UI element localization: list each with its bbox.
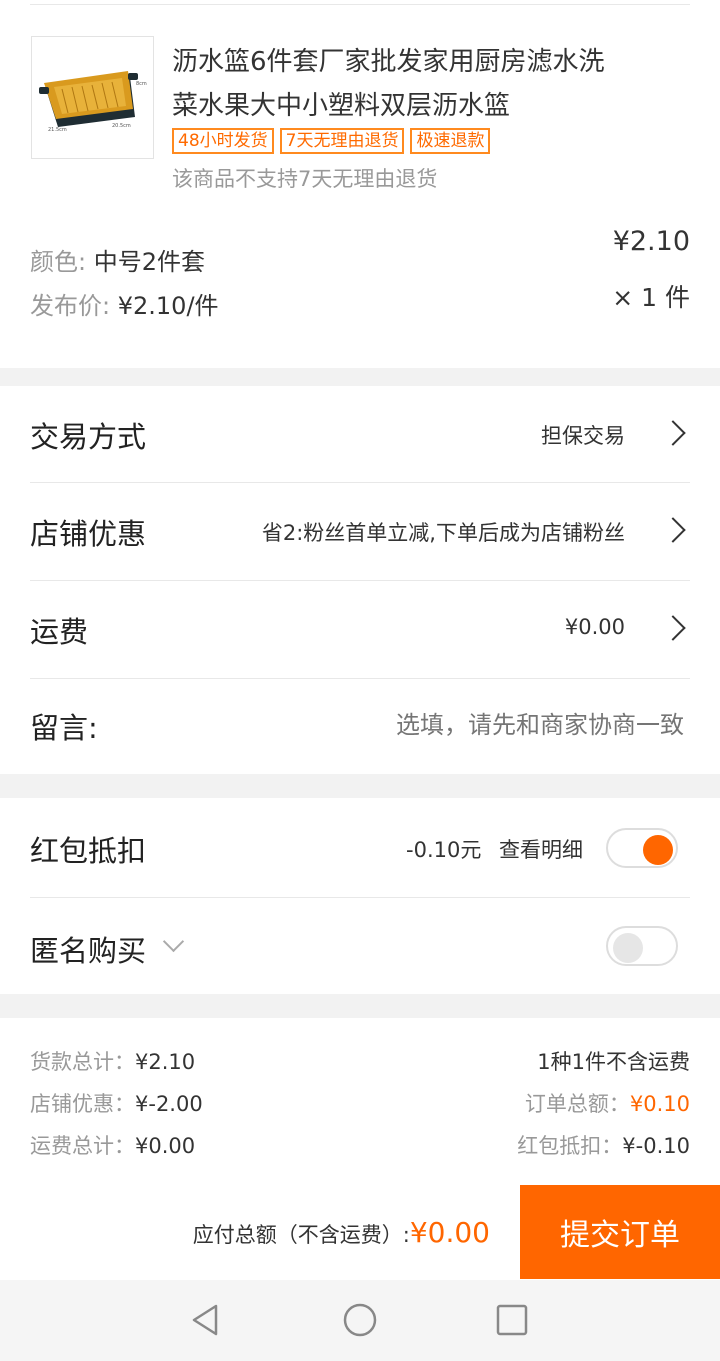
goods-total-value: ¥2.10 (135, 1050, 196, 1074)
redpacket-detail-link[interactable]: 查看明细 (499, 834, 583, 864)
product-title-line2: 菜水果大中小塑料双层沥水篮 (172, 91, 511, 121)
color-label: 颜色: (30, 248, 87, 276)
tag-7day-return: 7天无理由退货 (279, 128, 405, 154)
payable-value: ¥0.00 (409, 1216, 490, 1249)
shipping-total: 运费总计：¥0.00 (30, 1130, 195, 1160)
product-thumbnail[interactable]: 8cm 21.5cm 20.5cm (31, 36, 154, 159)
row-redpacket: 红包抵扣 -0.10元 查看明细 (0, 798, 720, 897)
thumb-dim-depth: 20.5cm (112, 123, 131, 129)
redpacket-label: 红包抵扣 (30, 834, 147, 868)
trade-method-value: 担保交易 (541, 424, 625, 448)
quantity: × 1 件 (612, 283, 690, 312)
chevron-right-icon (660, 517, 686, 543)
submit-order-label: 提交订单 (560, 1218, 680, 1253)
redpacket-amount: -0.10元 (406, 838, 482, 862)
toggle-knob (613, 933, 643, 963)
summary-card: 货款总计：¥2.10 店铺优惠：¥-2.00 运费总计：¥0.00 1种1件不含… (0, 1018, 720, 1280)
product-title[interactable]: 沥水篮6件套厂家批发家用厨房滤水洗 菜水果大中小塑料双层沥水篮 (172, 40, 692, 128)
shop-discount-total-label: 店铺优惠： (30, 1092, 135, 1116)
recents-square-icon[interactable] (496, 1304, 528, 1336)
submit-order-button[interactable]: 提交订单 (520, 1185, 720, 1279)
shipping-total-value: ¥0.00 (135, 1134, 196, 1158)
shop-discount-total: 店铺优惠：¥-2.00 (30, 1088, 203, 1118)
drain-basket-image: 8cm 21.5cm 20.5cm (39, 71, 147, 133)
tag-48h-shipping: 48小时发货 (172, 128, 274, 154)
item-count: 1种1件不含运费 (537, 1050, 690, 1074)
shipping-total-label: 运费总计： (30, 1134, 135, 1158)
shipping-label: 运费 (30, 615, 89, 649)
chevron-right-icon (660, 615, 686, 641)
row-shop-discount[interactable]: 店铺优惠 省2:粉丝首单立减,下单后成为店铺粉丝 (0, 483, 720, 580)
message-label: 留言: (30, 711, 98, 745)
product-tags: 48小时发货 7天无理由退货 极速退款 (172, 128, 496, 154)
shop-discount-label: 店铺优惠 (30, 517, 147, 551)
thumb-dim-height: 8cm (136, 81, 147, 87)
release-price: 发布价: ¥2.10/件 (30, 286, 219, 321)
home-circle-icon[interactable] (342, 1302, 378, 1338)
product-title-line1: 沥水篮6件套厂家批发家用厨房滤水洗 (172, 47, 605, 77)
shipping-value: ¥0.00 (564, 615, 625, 639)
tag-fast-refund: 极速退款 (410, 128, 491, 154)
row-shipping[interactable]: 运费 ¥0.00 (0, 581, 720, 678)
release-price-value: ¥2.10/件 (117, 292, 219, 320)
order-total-label: 订单总额： (524, 1092, 630, 1116)
thumb-dim-width: 21.5cm (48, 127, 67, 133)
toggle-knob (643, 835, 673, 865)
redpacket-total: 红包抵扣：¥-0.10 (517, 1130, 690, 1160)
color-spec: 颜色: 中号2件套 (30, 242, 205, 277)
release-price-label: 发布价: (30, 292, 111, 320)
trade-method-label: 交易方式 (30, 420, 147, 454)
redpacket-total-label: 红包抵扣： (517, 1134, 623, 1158)
back-triangle-icon[interactable] (188, 1302, 224, 1338)
shop-discount-value: 省2:粉丝首单立减,下单后成为店铺粉丝 (261, 521, 625, 545)
row-message: 留言: (0, 679, 720, 774)
anonymous-label: 匿名购买 (30, 934, 147, 968)
top-divider (30, 4, 690, 5)
message-input[interactable] (284, 703, 684, 747)
unit-price: ¥2.10 (612, 226, 690, 257)
return-note: 该商品不支持7天无理由退货 (172, 167, 438, 191)
goods-total: 货款总计：¥2.10 (30, 1046, 195, 1076)
row-anonymous: 匿名购买 (0, 898, 720, 994)
shop-discount-total-value: ¥-2.00 (135, 1092, 203, 1116)
chevron-right-icon (660, 420, 686, 446)
anonymous-toggle[interactable] (606, 926, 678, 966)
order-total-value: ¥0.10 (629, 1092, 690, 1116)
redpacket-toggle[interactable] (606, 828, 678, 868)
toggles-card: 红包抵扣 -0.10元 查看明细 匿名购买 (0, 798, 720, 994)
goods-total-label: 货款总计： (30, 1050, 135, 1074)
payable-label: 应付总额（不含运费）: (192, 1223, 410, 1247)
color-value: 中号2件套 (93, 248, 206, 276)
system-nav-bar (0, 1280, 720, 1361)
product-card: 8cm 21.5cm 20.5cm 沥水篮6件套厂家批发家用厨房滤水洗 菜水果大… (0, 0, 720, 368)
payable-total: 应付总额（不含运费）:¥0.00 (193, 1216, 490, 1249)
redpacket-total-value: ¥-0.10 (622, 1134, 690, 1158)
chevron-down-icon[interactable] (162, 930, 185, 953)
order-total: 订单总额：¥0.10 (525, 1088, 690, 1118)
row-trade-method[interactable]: 交易方式 担保交易 (0, 386, 720, 482)
order-options-card: 交易方式 担保交易 店铺优惠 省2:粉丝首单立减,下单后成为店铺粉丝 运费 ¥0… (0, 386, 720, 774)
